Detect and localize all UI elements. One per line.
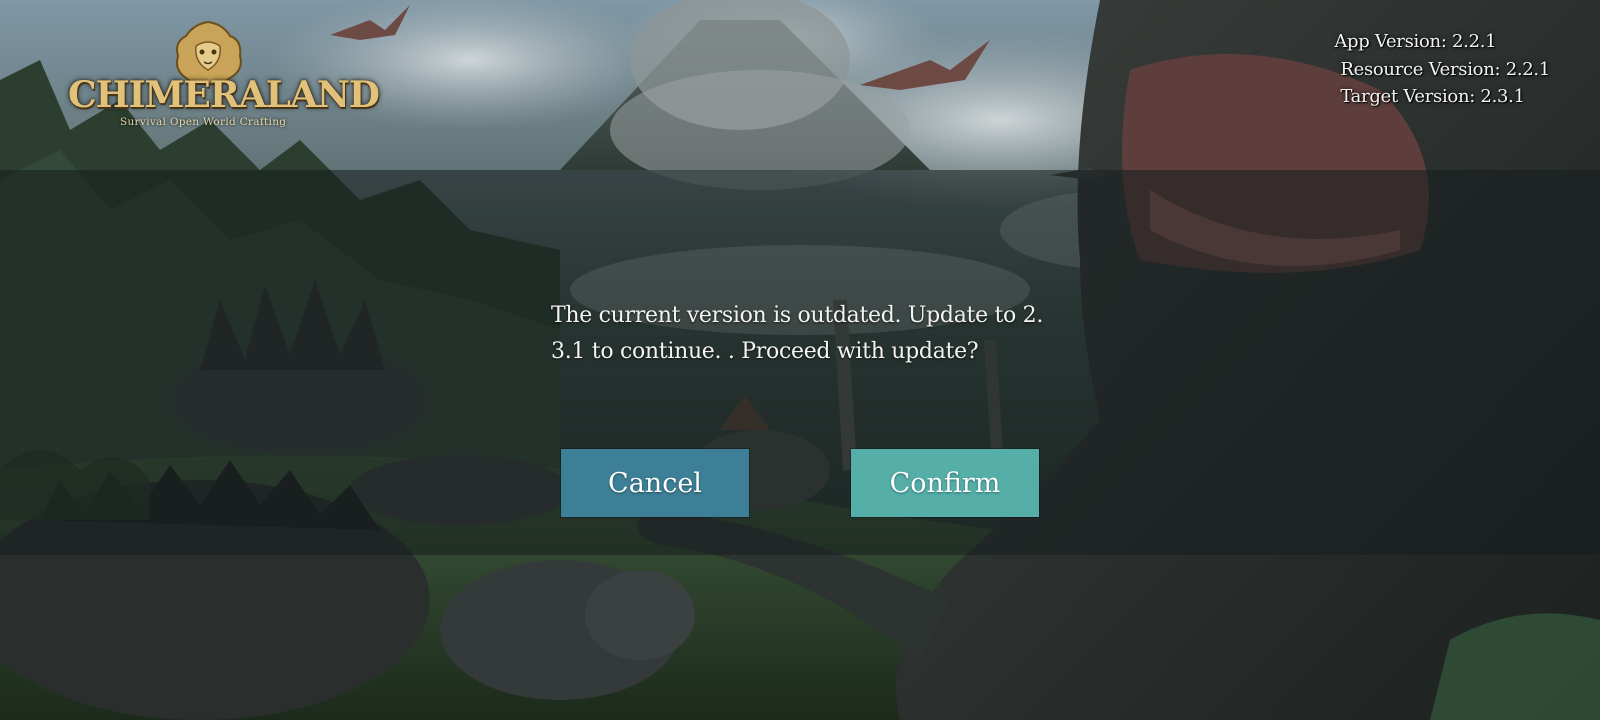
game-logo: CHIMERALAND Survival Open World Crafting bbox=[68, 18, 380, 133]
update-message-line-1: The current version is outdated. Update … bbox=[551, 303, 1044, 328]
cancel-button[interactable]: Cancel bbox=[561, 449, 749, 517]
app-version: App Version: 2.2.1 bbox=[1334, 31, 1497, 52]
update-dialog: The current version is outdated. Update … bbox=[0, 170, 1600, 555]
version-info: App Version: 2.2.1 Resource Version: 2.2… bbox=[1334, 28, 1550, 111]
update-message: The current version is outdated. Update … bbox=[551, 298, 1061, 370]
update-message-line-2: 3.1 to continue. . Proceed with update? bbox=[551, 339, 979, 364]
confirm-button[interactable]: Confirm bbox=[851, 449, 1039, 517]
resource-version: Resource Version: 2.2.1 bbox=[1340, 58, 1550, 80]
target-version: Target Version: 2.3.1 bbox=[1340, 86, 1525, 107]
logo-subtitle: Survival Open World Crafting bbox=[120, 116, 287, 128]
logo-title: CHIMERALAND bbox=[68, 74, 380, 116]
